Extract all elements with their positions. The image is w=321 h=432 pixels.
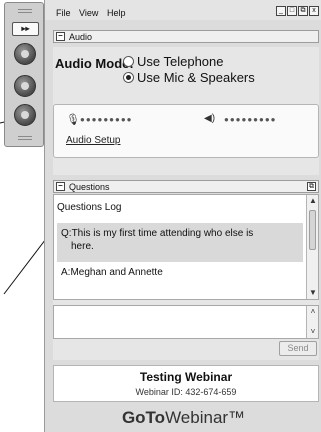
webcam-icon[interactable] [14,75,36,97]
window-controls: _ □ ⧉ x [276,6,319,16]
audio-section-title: Audio [69,32,93,42]
toolbar-grip[interactable] [18,9,32,13]
speaker-level-meter: ●●●●●●●●● [224,115,277,124]
scroll-up-icon[interactable]: ▲ [307,195,319,207]
speaker-icon: ◀) [204,113,216,124]
question-input[interactable]: ˄ ˅ [53,305,319,339]
input-scrollbar[interactable]: ˄ ˅ [306,306,318,338]
telephone-option-label: Use Telephone [137,54,224,69]
maximize-button[interactable]: □ [287,6,297,16]
mic-speakers-option[interactable]: Use Mic & Speakers [123,70,255,85]
mic-level-meter: ●●●●●●●●● [80,115,133,124]
question-prefix: Q: [61,228,72,239]
telephone-radio[interactable] [123,56,134,67]
popout-icon[interactable]: ⧉ [307,182,316,191]
microphone-icon[interactable] [14,104,36,126]
answer-entry[interactable]: A:Meghan and Annette [61,267,163,278]
audio-setup-link[interactable]: Audio Setup [66,135,121,146]
collapse-icon[interactable]: – [56,182,65,191]
toolbar-grip-bottom [18,136,32,140]
questions-section-title: Questions [69,182,110,192]
menu-file[interactable]: File [56,8,71,18]
menu-help[interactable]: Help [107,8,126,18]
mic-speakers-option-label: Use Mic & Speakers [137,70,255,85]
expand-panel-button[interactable]: ▸▸ [12,22,39,36]
audio-levels-box: 🎙 ●●●●●●●●● ◀) ●●●●●●●●● Audio Setup [53,104,319,158]
answer-text: Meghan and Annette [70,267,163,278]
scroll-down-icon[interactable]: ˅ [307,326,319,338]
scroll-down-icon[interactable]: ▼ [307,287,319,299]
restore-button[interactable]: ⧉ [298,6,308,16]
gotowebinar-logo: GoToWebinar™ [45,405,321,432]
webinar-info: Testing Webinar Webinar ID: 432-674-659 [53,365,319,402]
questions-section-header[interactable]: – Questions ⧉ [53,180,319,193]
log-scrollbar[interactable]: ▲ ▼ [306,195,318,299]
collapse-icon[interactable]: – [56,32,65,41]
scroll-up-icon[interactable]: ˄ [307,306,319,318]
audio-mode-label: Audio Mode: [55,56,134,71]
expand-icon: ▸▸ [21,24,30,33]
question-text: This is my first time attending who else… [71,228,254,239]
microphone-level-icon: 🎙 [66,114,80,126]
telephone-option[interactable]: Use Telephone [123,54,224,69]
webinar-id: Webinar ID: 432-674-659 [135,387,237,397]
menu-bar: File View Help _ □ ⧉ x [45,0,321,20]
audio-section: Audio Mode: Use Telephone Use Mic & Spea… [53,47,319,175]
control-panel: File View Help _ □ ⧉ x – Audio Audio Mod… [44,0,321,432]
close-button[interactable]: x [309,6,319,16]
minimize-button[interactable]: _ [276,6,286,16]
question-text-continued: here. [71,241,94,252]
scroll-thumb[interactable] [309,210,316,250]
send-button[interactable]: Send [279,341,317,356]
control-toolbar: ▸▸ [4,2,44,147]
logo-goto: GoTo [121,408,166,427]
questions-log: Questions Log Q:This is my first time at… [53,194,319,300]
audio-section-header[interactable]: – Audio [53,30,319,43]
questions-section: Questions Log Q:This is my first time at… [53,194,319,360]
menu-view[interactable]: View [79,8,98,18]
screen-share-icon[interactable] [14,43,36,65]
logo-webinar: Webinar™ [165,408,246,427]
question-entry[interactable]: Q:This is my first time attending who el… [57,223,303,262]
questions-log-title: Questions Log [57,202,122,213]
mic-speakers-radio[interactable] [123,72,134,83]
webinar-title: Testing Webinar [139,370,233,384]
